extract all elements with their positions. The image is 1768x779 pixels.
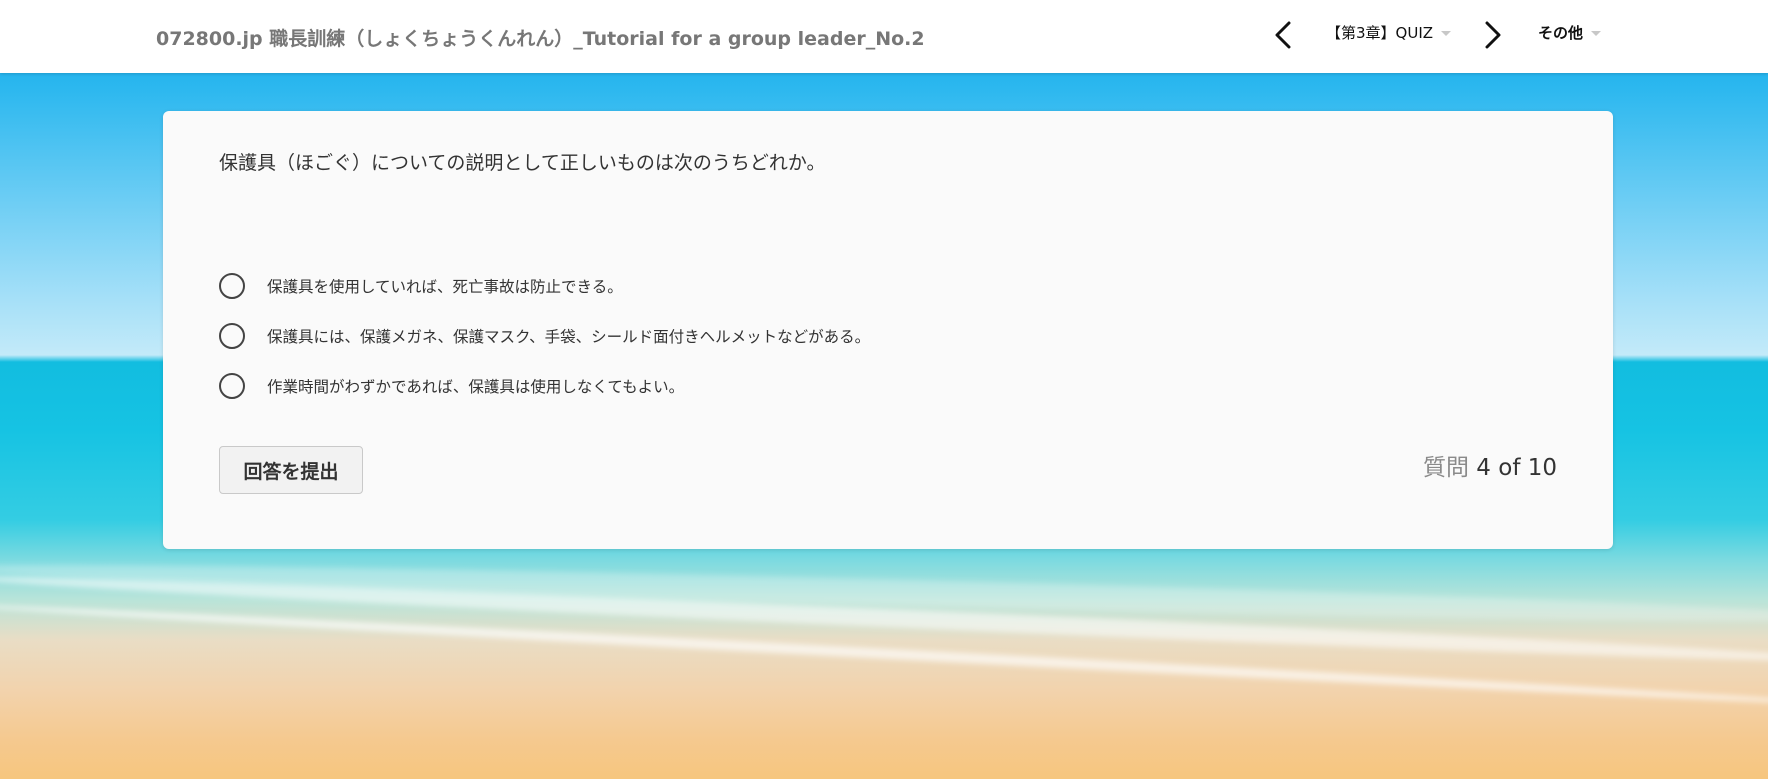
- progress-label: 質問: [1422, 455, 1469, 481]
- radio-button[interactable]: [219, 273, 245, 299]
- radio-button[interactable]: [219, 323, 245, 349]
- previous-lesson-button[interactable]: [1268, 18, 1298, 52]
- next-lesson-button[interactable]: [1478, 18, 1508, 52]
- caret-down-icon: [1591, 31, 1602, 36]
- choice-label: 保護具には、保護メガネ、保護マスク、手袋、シールド面付きヘルメットなどがある。: [267, 328, 871, 346]
- top-header: 072800.jp 職長訓練（しょくちょうくんれん）_Tutorial for …: [0, 0, 1768, 73]
- lesson-dropdown[interactable]: 【第3章】QUIZ: [1326, 22, 1452, 43]
- other-dropdown[interactable]: その他: [1538, 22, 1602, 43]
- chevron-right-icon: [1485, 21, 1501, 49]
- course-title: 072800.jp 職長訓練（しょくちょうくんれん）_Tutorial for …: [156, 28, 925, 50]
- answer-choice-1[interactable]: 保護具を使用していれば、死亡事故は防止できる。: [219, 271, 870, 301]
- quiz-page: 072800.jp 職長訓練（しょくちょうくんれん）_Tutorial for …: [0, 0, 1768, 779]
- question-text: 保護具（ほごぐ）についての説明として正しいものは次のうちどれか。: [219, 152, 826, 174]
- answer-choice-3[interactable]: 作業時間がわずかであれば、保護具は使用しなくてもよい。: [219, 371, 870, 401]
- chevron-left-icon: [1275, 21, 1291, 49]
- question-progress: 質問 4 of 10: [1423, 448, 1557, 482]
- answer-choice-2[interactable]: 保護具には、保護メガネ、保護マスク、手袋、シールド面付きヘルメットなどがある。: [219, 321, 870, 351]
- other-dropdown-label: その他: [1538, 24, 1584, 42]
- submit-answer-button[interactable]: 回答を提出: [219, 446, 363, 494]
- answer-choices: 保護具を使用していれば、死亡事故は防止できる。 保護具には、保護メガネ、保護マス…: [219, 271, 870, 421]
- choice-label: 作業時間がわずかであれば、保護具は使用しなくてもよい。: [267, 378, 685, 396]
- choice-label: 保護具を使用していれば、死亡事故は防止できる。: [267, 278, 623, 296]
- progress-value: 4 of 10: [1476, 455, 1557, 481]
- lesson-dropdown-label: 【第3章】QUIZ: [1326, 24, 1434, 42]
- quiz-card: 保護具（ほごぐ）についての説明として正しいものは次のうちどれか。 保護具を使用し…: [163, 111, 1613, 549]
- caret-down-icon: [1441, 31, 1452, 36]
- radio-button[interactable]: [219, 373, 245, 399]
